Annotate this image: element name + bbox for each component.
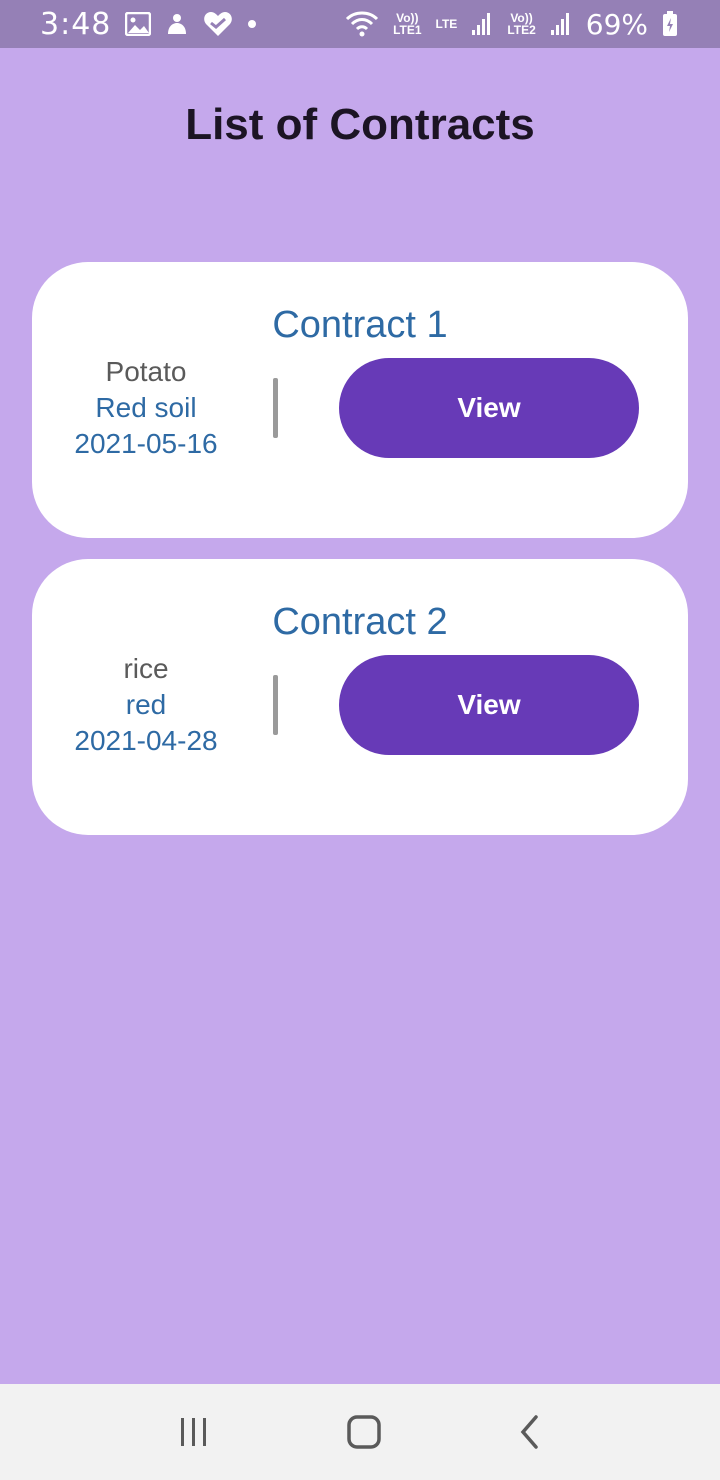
battery-charging-icon: [662, 11, 678, 37]
contract-date: 2021-05-16: [74, 428, 218, 459]
soil-type: Red soil: [95, 392, 197, 423]
battery-percent: 69%: [585, 7, 648, 41]
health-icon: [203, 11, 233, 37]
home-icon[interactable]: [346, 1414, 382, 1450]
contract-card: Contract 2 rice red 2021-04-28 View: [32, 559, 688, 835]
signal-icon: [471, 12, 493, 36]
vertical-divider: [273, 675, 278, 735]
contract-title: Contract 2: [272, 601, 448, 643]
status-left: 3:48: [40, 7, 257, 42]
contract-info: Potato Red soil 2021-05-16: [60, 354, 232, 462]
dot-icon: [247, 19, 257, 29]
crop-name: rice: [123, 653, 169, 684]
lte-label: LTE: [435, 17, 458, 31]
sim1-label: Vo)) LTE1: [393, 12, 421, 36]
vertical-divider: [273, 378, 278, 438]
system-nav-bar: [0, 1384, 720, 1480]
soil-type: red: [125, 689, 167, 720]
status-time: 3:48: [40, 6, 112, 42]
back-icon[interactable]: [518, 1414, 542, 1450]
page-title: List of Contracts: [185, 100, 535, 149]
contract-title: Contract 1: [272, 304, 448, 346]
signal-icon: [550, 12, 572, 36]
view-contract-button[interactable]: View: [339, 655, 639, 755]
status-bar: 3:48 Vo)) LTE1 LTE Vo)) LTE2 69%: [0, 0, 720, 48]
app-icon: [165, 12, 189, 36]
sim1-bottom: LTE1: [393, 23, 422, 37]
crop-name: Potato: [105, 356, 187, 387]
sim2-bottom: LTE2: [507, 23, 536, 37]
wifi-icon: [345, 10, 379, 38]
gallery-icon: [125, 12, 152, 36]
status-right: Vo)) LTE1 LTE Vo)) LTE2 69%: [345, 8, 678, 41]
contract-info: rice red 2021-04-28: [60, 651, 232, 759]
view-contract-button[interactable]: View: [339, 358, 639, 458]
contract-date: 2021-04-28: [74, 725, 218, 756]
sim2-label: Vo)) LTE2: [507, 12, 535, 36]
recent-apps-icon[interactable]: [178, 1416, 210, 1448]
contract-card: Contract 1 Potato Red soil 2021-05-16 Vi…: [32, 262, 688, 538]
